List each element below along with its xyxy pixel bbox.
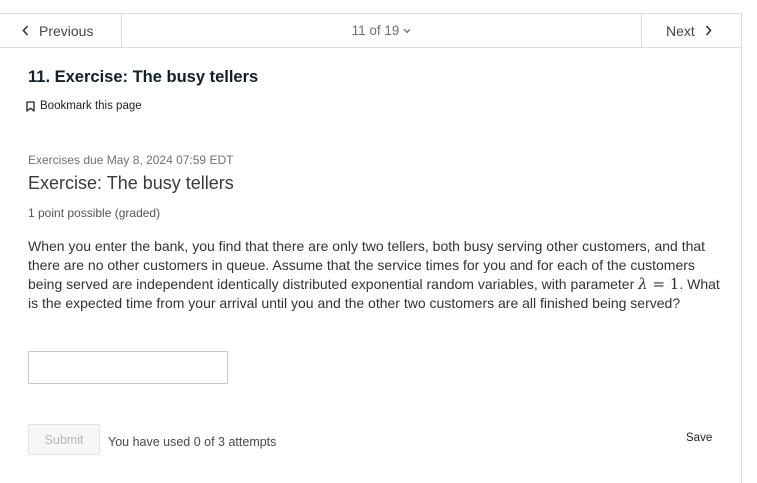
math-equals: = — [647, 275, 670, 293]
attempts-counter: You have used 0 of 3 attempts — [108, 435, 277, 449]
sequence-position-label: 11 of 19 — [351, 23, 400, 38]
next-label: Next — [666, 22, 695, 39]
math-symbol: λ — [638, 275, 648, 293]
sequence-navigation: Previous 11 of 19 Next — [0, 13, 742, 48]
previous-button[interactable]: Previous — [0, 14, 122, 47]
math-value: 1 — [669, 275, 680, 293]
course-content-frame: Previous 11 of 19 Next 11. Exercise: The… — [0, 13, 742, 483]
bookmark-button[interactable]: Bookmark this page — [26, 100, 142, 112]
due-date: Exercises due May 8, 2024 07:59 EDT — [28, 153, 234, 167]
bookmark-label: Bookmark this page — [40, 100, 142, 112]
chevron-down-icon — [403, 28, 411, 34]
unit-title: 11. Exercise: The busy tellers — [28, 68, 259, 86]
chevron-right-icon — [705, 25, 712, 36]
previous-label: Previous — [39, 22, 94, 39]
sequence-position-dropdown[interactable]: 11 of 19 — [122, 14, 641, 47]
problem-text-before-math: When you enter the bank, you find that t… — [28, 238, 706, 292]
bookmark-icon — [26, 100, 35, 112]
chevron-left-icon — [22, 25, 29, 36]
lambda-equation: λ = 1 — [638, 275, 679, 293]
save-button[interactable]: Save — [686, 432, 712, 444]
problem-text: When you enter the bank, you find that t… — [28, 237, 728, 313]
next-button[interactable]: Next — [641, 14, 742, 47]
problem-title: Exercise: The busy tellers — [28, 173, 234, 193]
submit-button[interactable]: Submit — [28, 424, 100, 455]
answer-input[interactable] — [28, 351, 228, 384]
problem-points: 1 point possible (graded) — [28, 206, 161, 220]
